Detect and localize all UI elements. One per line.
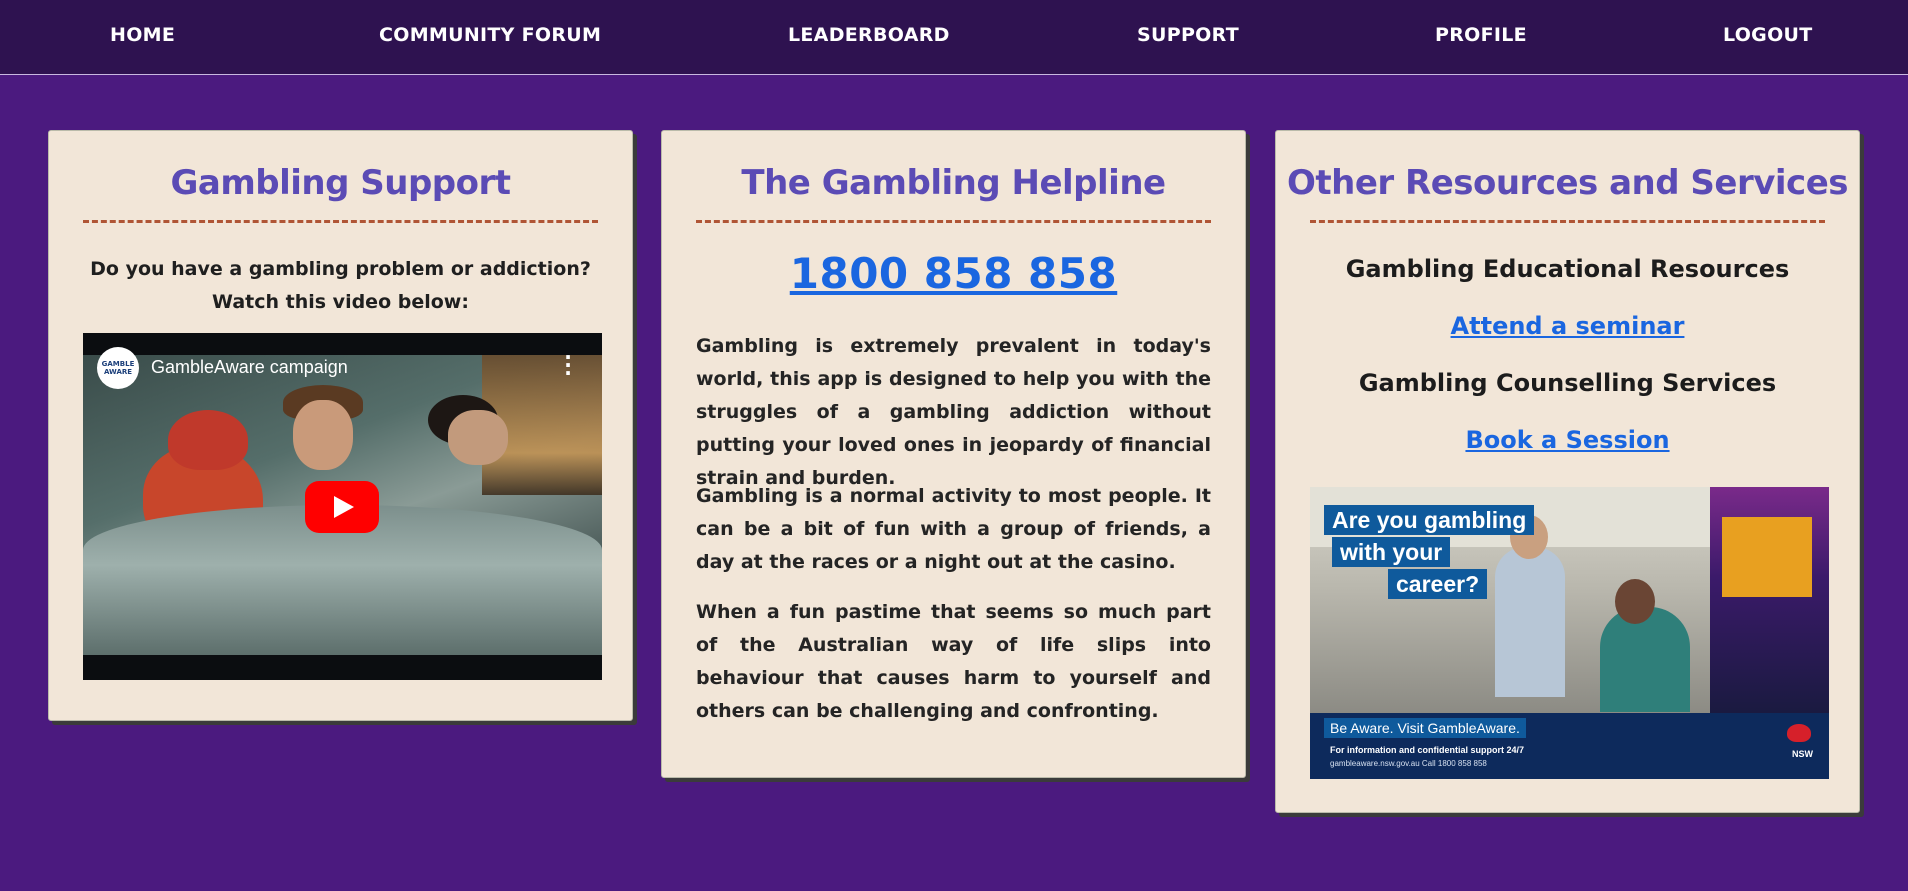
- title-divider: [696, 220, 1211, 223]
- ad-headline-1: Are you gambling: [1324, 505, 1535, 535]
- nav-support[interactable]: SUPPORT: [1137, 24, 1239, 46]
- ad-be-aware: Be Aware. Visit GambleAware.: [1324, 718, 1526, 738]
- nav-profile[interactable]: PROFILE: [1435, 24, 1527, 46]
- support-card: Gambling Support Do you have a gambling …: [48, 130, 633, 721]
- title-divider: [1310, 220, 1825, 223]
- helpline-card: The Gambling Helpline 1800 858 858 Gambl…: [661, 130, 1246, 778]
- channel-logo[interactable]: GAMBLE AWARE: [97, 347, 139, 389]
- helpline-paragraph-1: Gambling is extremely prevalent in today…: [696, 335, 1211, 489]
- top-nav: HOME COMMUNITY FORUM LEADERBOARD SUPPORT…: [0, 0, 1908, 75]
- resources-card-title: Other Resources and Services: [1286, 163, 1849, 203]
- ad-headline-3: career?: [1388, 569, 1488, 599]
- education-heading: Gambling Educational Resources: [1345, 255, 1790, 283]
- helpline-card-title: The Gambling Helpline: [741, 163, 1166, 203]
- book-session-link[interactable]: Book a Session: [1276, 426, 1859, 454]
- youtube-play-icon[interactable]: [305, 481, 379, 533]
- nsw-waratah-icon: [1787, 724, 1811, 742]
- counselling-heading: Gambling Counselling Services: [1358, 369, 1777, 397]
- ad-contact: gambleaware.nsw.gov.au Call 1800 858 858: [1330, 759, 1487, 768]
- support-intro: Do you have a gambling problem or addict…: [83, 253, 598, 319]
- gambleaware-ad-banner[interactable]: Are you gambling with your career? Be Aw…: [1310, 487, 1829, 779]
- helpline-phone-link[interactable]: 1800 858 858: [662, 249, 1245, 298]
- helpline-paragraph-2: Gambling is a normal activity to most pe…: [696, 485, 1211, 573]
- attend-seminar-link[interactable]: Attend a seminar: [1276, 312, 1859, 340]
- nav-leaderboard[interactable]: LEADERBOARD: [788, 24, 950, 46]
- video-title[interactable]: GambleAware campaign: [151, 357, 348, 378]
- support-intro-line2: Watch this video below:: [212, 291, 469, 313]
- nav-home[interactable]: HOME: [110, 24, 175, 46]
- nav-logout[interactable]: LOGOUT: [1723, 24, 1813, 46]
- video-embed[interactable]: GAMBLE AWARE GambleAware campaign · · ·: [83, 333, 602, 680]
- resources-card: Other Resources and Services Gambling Ed…: [1275, 130, 1860, 813]
- more-vert-icon[interactable]: · · ·: [564, 347, 572, 383]
- support-card-title: Gambling Support: [170, 163, 511, 203]
- title-divider: [83, 220, 598, 223]
- nav-community-forum[interactable]: COMMUNITY FORUM: [379, 24, 601, 46]
- helpline-paragraph-3: When a fun pastime that seems so much pa…: [696, 601, 1211, 722]
- support-intro-line1: Do you have a gambling problem or addict…: [90, 258, 591, 280]
- ad-headline-2: with your: [1332, 537, 1451, 567]
- nsw-logo: NSW: [1792, 749, 1813, 759]
- ad-info: For information and confidential support…: [1330, 745, 1525, 755]
